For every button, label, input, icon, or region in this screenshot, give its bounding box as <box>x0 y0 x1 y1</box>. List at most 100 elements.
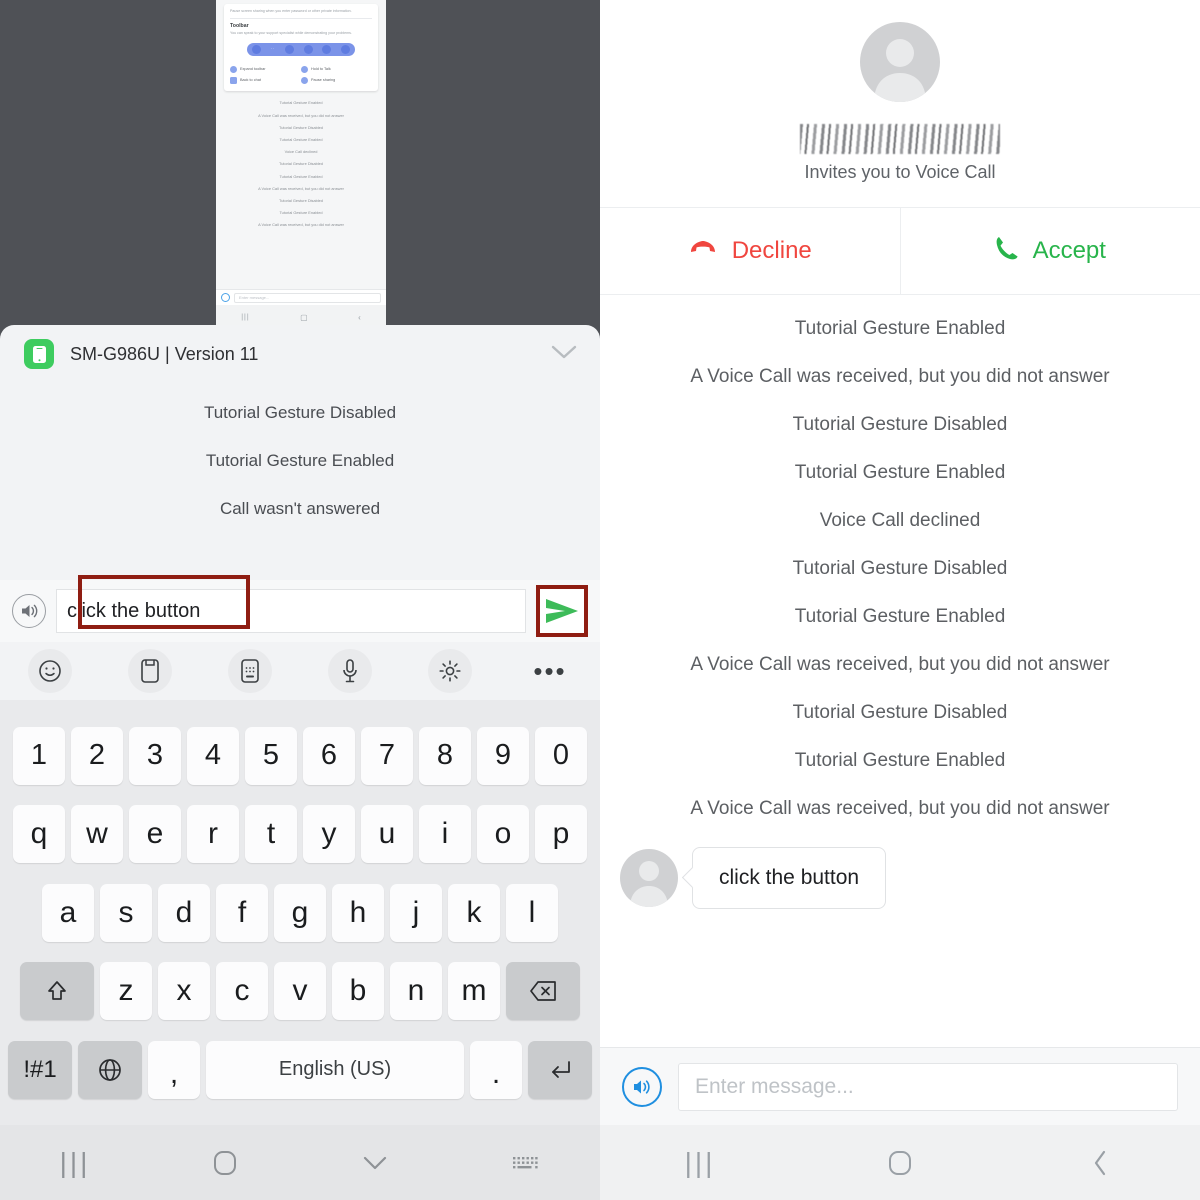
right-message-input[interactable]: Enter message... <box>678 1062 1178 1111</box>
left-device-panel: Pause screen sharing when you enter pass… <box>0 0 600 1200</box>
enter-key-icon[interactable] <box>528 1040 592 1099</box>
left-nav-bar: ||| <box>0 1125 600 1200</box>
right-device-panel: Invites you to Voice Call Decline Accept <box>600 0 1200 1200</box>
key-g[interactable]: g <box>274 883 326 942</box>
key-4[interactable]: 4 <box>187 726 239 785</box>
language-globe-icon[interactable] <box>78 1040 142 1099</box>
comma-key[interactable]: , <box>148 1040 200 1099</box>
decline-call-label: Decline <box>731 237 812 264</box>
sheet-message-list: Tutorial Gesture Disabled Tutorial Gestur… <box>0 383 600 533</box>
speaker-icon[interactable] <box>12 594 46 628</box>
key-y[interactable]: y <box>303 805 355 863</box>
key-6[interactable]: 6 <box>303 726 355 785</box>
device-control-sheet: SM-G986U | Version 11 Tutorial Gesture D… <box>0 325 600 1200</box>
chevron-down-icon[interactable] <box>550 343 578 366</box>
decline-call-button[interactable]: Decline <box>600 208 900 294</box>
key-b[interactable]: b <box>332 962 384 1020</box>
symbols-key[interactable]: !#1 <box>8 1040 72 1099</box>
toolbar-talk-icon <box>303 44 313 54</box>
key-d[interactable]: d <box>158 883 210 942</box>
key-i[interactable]: i <box>419 805 471 863</box>
key-0[interactable]: 0 <box>535 726 587 785</box>
thumbnail-message: Tutorial Gesture Disabled <box>279 197 323 203</box>
key-j[interactable]: j <box>390 883 442 942</box>
key-h[interactable]: h <box>332 883 384 942</box>
key-a[interactable]: a <box>42 883 94 942</box>
settings-button[interactable] <box>400 649 500 693</box>
more-options-button[interactable]: ••• <box>500 656 600 687</box>
toolbar-dots-icon: ·· <box>270 46 275 53</box>
legend-item: Back to chat <box>230 76 301 84</box>
emoji-button[interactable] <box>0 649 100 693</box>
settings-gear-icon <box>428 649 472 693</box>
key-8[interactable]: 8 <box>419 726 471 785</box>
thumbnail-message: Tutorial Gesture Disabled <box>279 161 323 167</box>
key-r[interactable]: r <box>187 805 239 863</box>
key-l[interactable]: l <box>506 883 558 942</box>
key-v[interactable]: v <box>274 962 326 1020</box>
key-n[interactable]: n <box>390 962 442 1020</box>
key-f[interactable]: f <box>216 883 268 942</box>
key-k[interactable]: k <box>448 883 500 942</box>
shift-key-icon[interactable] <box>20 962 94 1020</box>
home-nav-icon[interactable] <box>800 1148 1000 1178</box>
decline-call-icon <box>688 237 718 265</box>
right-input-bar: Enter message... <box>600 1047 1200 1125</box>
sheet-header[interactable]: SM-G986U | Version 11 <box>0 325 600 383</box>
space-key[interactable]: English (US) <box>206 1040 464 1099</box>
clipboard-button[interactable] <box>100 649 200 693</box>
key-7[interactable]: 7 <box>361 726 413 785</box>
system-message: Tutorial Gesture Enabled <box>794 606 1006 627</box>
back-nav-icon: ‹ <box>358 313 361 322</box>
key-u[interactable]: u <box>361 805 413 863</box>
keyboard-nav-icon[interactable] <box>450 1153 600 1173</box>
speaker-icon[interactable] <box>622 1066 662 1107</box>
key-q[interactable]: q <box>13 805 65 863</box>
toolbar-subtext: You can speak to your support specialist… <box>230 31 352 36</box>
accept-call-label: Accept <box>1032 237 1106 264</box>
toolbar-speaker-icon <box>251 44 261 54</box>
key-e[interactable]: e <box>129 805 181 863</box>
recents-nav-icon[interactable]: ||| <box>0 1147 150 1179</box>
legend-label: Hold to Talk <box>311 67 331 72</box>
system-message: A Voice Call was received, but you did n… <box>690 798 1110 819</box>
key-w[interactable]: w <box>71 805 123 863</box>
send-button[interactable] <box>536 585 588 637</box>
key-t[interactable]: t <box>245 805 297 863</box>
key-z[interactable]: z <box>100 962 152 1020</box>
key-3[interactable]: 3 <box>129 726 181 785</box>
key-s[interactable]: s <box>100 883 152 942</box>
clipboard-icon <box>128 649 172 693</box>
device-title: SM-G986U | Version 11 <box>70 343 259 364</box>
key-5[interactable]: 5 <box>245 726 297 785</box>
key-1[interactable]: 1 <box>13 726 65 785</box>
recents-nav-icon[interactable]: ||| <box>600 1147 800 1179</box>
key-9[interactable]: 9 <box>477 726 529 785</box>
key-c[interactable]: c <box>216 962 268 1020</box>
thumbnail-message: Tutorial Gesture Disabled <box>279 124 323 130</box>
key-m[interactable]: m <box>448 962 500 1020</box>
backspace-key-icon[interactable] <box>506 962 580 1020</box>
system-message: Tutorial Gesture Enabled <box>794 750 1006 771</box>
hide-keyboard-icon[interactable] <box>300 1154 450 1172</box>
thumbnail-message: A Voice Call was received, but you did n… <box>258 185 344 191</box>
period-key[interactable]: . <box>470 1040 522 1099</box>
back-nav-icon[interactable] <box>1000 1148 1200 1178</box>
home-nav-icon[interactable] <box>150 1148 300 1178</box>
incoming-call-card: Invites you to Voice Call <box>600 0 1200 183</box>
toolbar-heading: Toolbar <box>230 23 249 30</box>
thumbnail-message-list: Tutorial Gesture Enabled A Voice Call was… <box>216 91 386 231</box>
key-o[interactable]: o <box>477 805 529 863</box>
message-input[interactable]: click the button <box>56 589 526 633</box>
key-2[interactable]: 2 <box>71 726 123 785</box>
microphone-icon <box>328 649 372 693</box>
accept-call-button[interactable]: Accept <box>899 208 1200 294</box>
thumbnail-message: Tutorial Gesture Enabled <box>279 173 323 179</box>
thumbnail-message: Tutorial Gesture Enabled <box>279 100 323 106</box>
sticker-button[interactable] <box>200 649 300 693</box>
key-x[interactable]: x <box>158 962 210 1020</box>
key-p[interactable]: p <box>535 805 587 863</box>
microphone-button[interactable] <box>300 649 400 693</box>
tutorial-card: Pause screen sharing when you enter pass… <box>224 4 378 91</box>
keyboard-tool-strip: ••• <box>0 642 600 700</box>
